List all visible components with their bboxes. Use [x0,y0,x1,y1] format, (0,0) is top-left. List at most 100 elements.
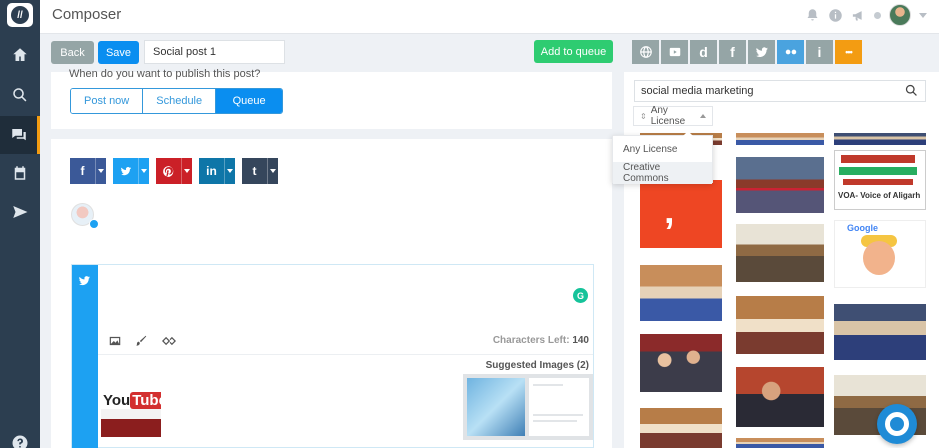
globe-icon [639,46,652,58]
send-icon [13,206,28,218]
chevron-up-icon [700,114,706,118]
question-icon [12,435,28,448]
search-icon [13,88,27,102]
tumblr-network-button[interactable]: t [242,158,278,184]
top-icons [805,4,927,26]
result-image[interactable] [834,304,926,360]
suggested-images [463,374,593,440]
chevron-down-icon[interactable] [919,12,927,18]
tumblr-icon: t [252,164,257,178]
result-image[interactable] [736,133,824,145]
calendar-icon [14,166,26,180]
youtube-logo-text: You [103,392,131,409]
result-image[interactable]: Google [834,220,926,288]
nav-home[interactable] [0,36,40,74]
top-bar: Composer [40,0,939,34]
suggested-image[interactable] [529,378,589,436]
post-now-button[interactable]: Post now [71,89,144,113]
pinterest-icon [156,158,181,184]
result-image[interactable] [736,296,824,354]
page-title: Composer [52,6,122,23]
facebook-network-button[interactable]: f [70,158,106,184]
diamond-link-icon[interactable] [160,334,178,348]
chevron-down-icon[interactable] [181,158,192,184]
license-option-creative-commons[interactable]: Creative Commons [613,162,712,184]
schedule-segmented-control: Post now Schedule Queue [70,88,284,114]
grammarly-icon[interactable]: G [573,288,588,303]
result-image[interactable] [736,224,824,282]
status-dot [874,11,881,19]
divider [98,354,593,355]
suggested-image[interactable] [467,378,525,436]
bell-icon[interactable] [805,8,820,23]
post-title-input[interactable] [144,40,285,64]
editor-tools [108,334,178,348]
twitter-icon [79,276,90,286]
brush-icon[interactable] [134,334,148,348]
license-select[interactable]: ⇕ Any License [633,105,713,127]
result-image[interactable] [736,157,824,213]
queue-button[interactable]: Queue [216,89,283,113]
back-button[interactable]: Back [51,41,94,64]
source-facebook[interactable]: f [719,40,746,64]
sort-icon: ⇕ [640,111,647,121]
result-image[interactable]: VOA- Voice of Aligarh [834,150,926,210]
image-search-panel: ⇕ Any License ‚ VOA- Voice of Aligarh Go… [624,72,939,448]
chevron-down-icon[interactable] [267,158,278,184]
source-more[interactable]: ••• [835,40,862,64]
chevron-down-icon[interactable] [95,158,106,184]
schedule-question: When do you want to publish this post? [69,68,261,80]
twitter-network-button[interactable] [113,158,149,184]
nav-help[interactable] [0,424,40,448]
characters-left: Characters Left: 140 [493,335,589,346]
result-image[interactable]: ‚ [640,180,722,248]
left-sidebar: // [0,0,40,448]
composer-card: f in t G Characters Left: 140 Suggested … [51,139,612,448]
attached-image[interactable]: YouTube [101,379,161,437]
chevron-down-icon[interactable] [224,158,235,184]
result-image[interactable] [736,438,824,448]
schedule-button[interactable]: Schedule [143,89,217,113]
linkedin-network-button[interactable]: in [199,158,235,184]
user-avatar[interactable] [889,4,911,26]
megaphone-icon[interactable] [851,8,866,23]
source-web[interactable] [632,40,659,64]
result-image[interactable] [736,367,824,427]
license-option-any[interactable]: Any License [613,138,712,160]
schedule-card: When do you want to publish this post? P… [51,68,612,129]
twitter-icon [113,158,138,184]
source-twitter[interactable] [748,40,775,64]
save-button[interactable]: Save [98,41,139,64]
image-search-input[interactable] [634,80,926,102]
twitter-icon [755,47,768,57]
license-selected: Any License [650,105,686,127]
result-image[interactable] [834,133,926,145]
nav-posts[interactable] [0,116,40,154]
source-flickr[interactable] [777,40,804,64]
lifebuoy-icon [885,412,909,436]
youtube-logo-badge: Tube [130,392,161,409]
result-image[interactable] [640,334,722,392]
suggested-images-label: Suggested Images (2) [485,360,589,371]
app-logo[interactable]: // [7,3,33,27]
pinterest-network-button[interactable] [156,158,192,184]
add-to-queue-button[interactable]: Add to queue [534,40,613,63]
image-icon[interactable] [108,334,122,348]
chevron-down-icon[interactable] [138,158,149,184]
source-info[interactable]: i [806,40,833,64]
nav-search[interactable] [0,76,40,114]
result-image[interactable] [640,408,722,448]
help-button[interactable] [877,404,917,444]
media-source-tabs: d f i ••• [632,40,862,64]
source-dailymotion[interactable]: d [690,40,717,64]
info-icon[interactable] [828,8,843,23]
search-icon[interactable] [904,83,919,98]
chat-icon [11,129,26,141]
nav-publish[interactable] [0,193,40,231]
tweet-network-bar [72,265,98,448]
nav-calendar[interactable] [0,154,40,192]
source-youtube[interactable] [661,40,688,64]
result-image[interactable] [640,265,722,321]
twitter-badge-icon [89,219,99,229]
result-image-caption: VOA- Voice of Aligarh [838,191,921,200]
